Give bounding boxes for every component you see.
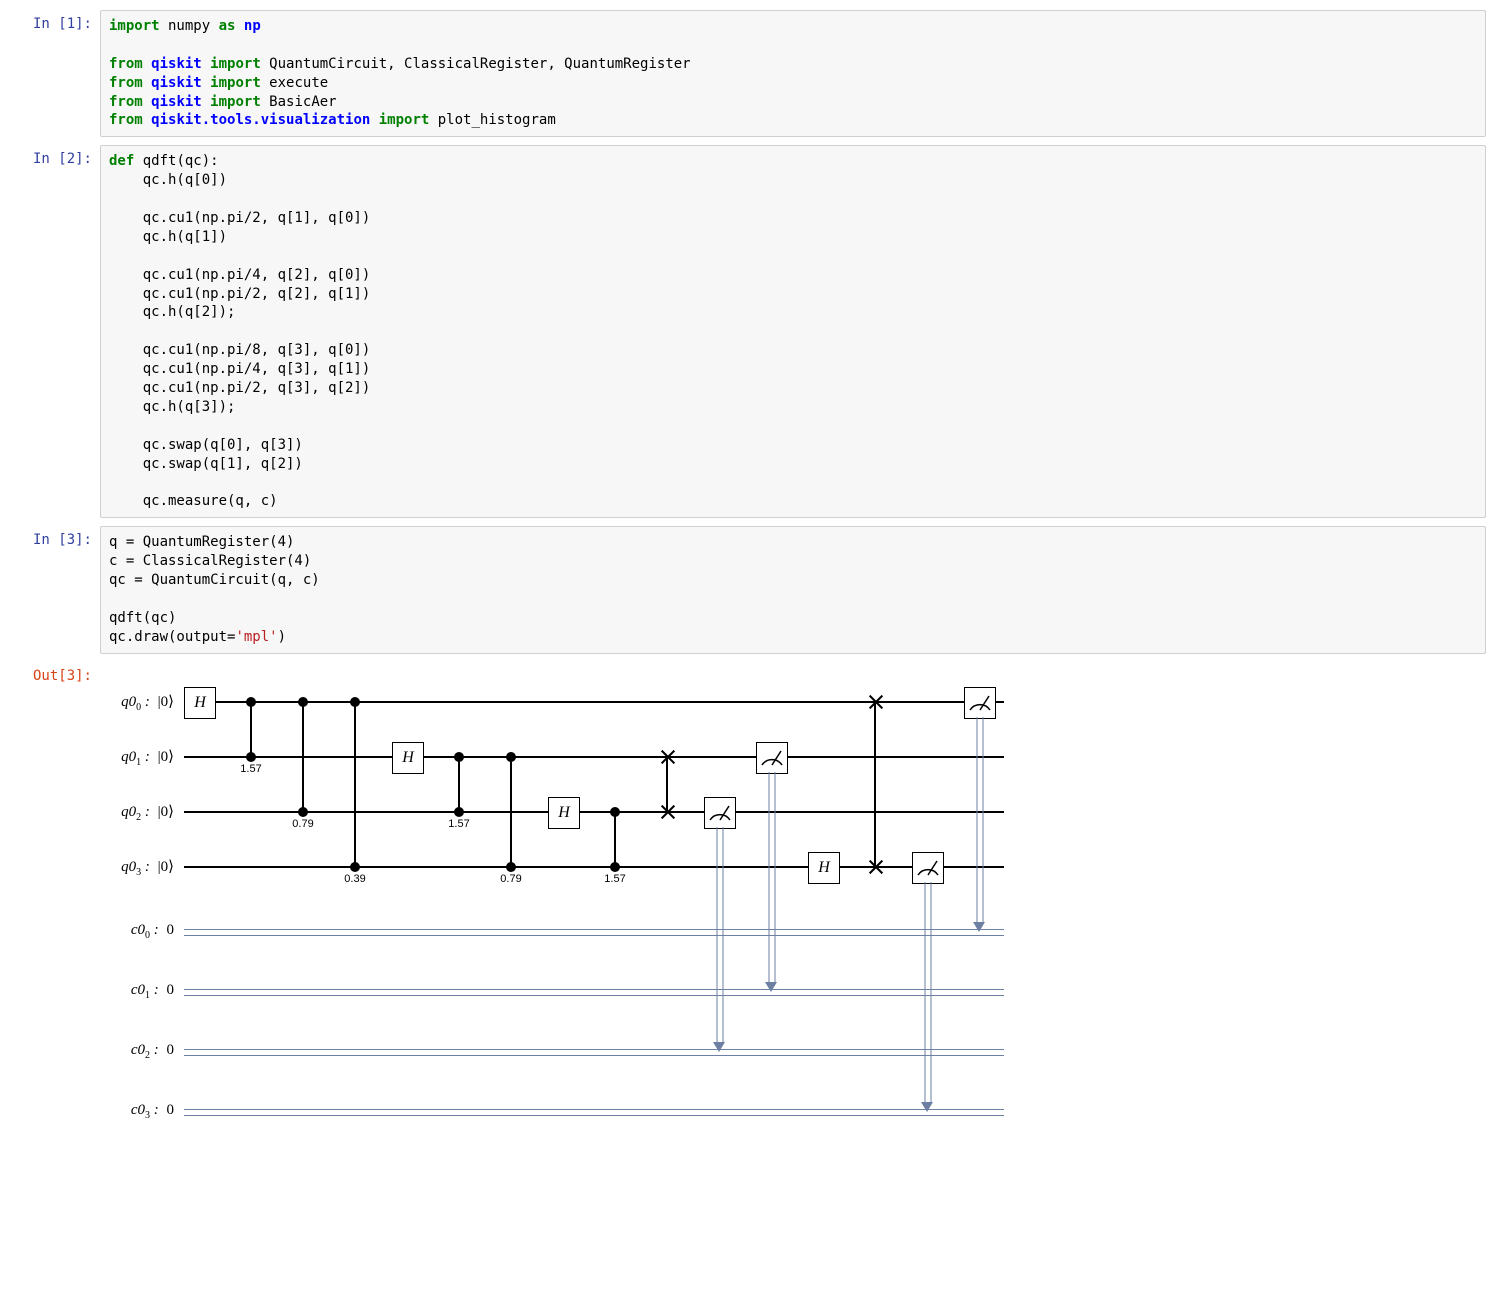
code-cell-2: In [2]: def qdft(qc): qc.h(q[0]) qc.cu1(…: [10, 145, 1486, 518]
qubit-wire: [184, 756, 1004, 758]
control-line: [302, 702, 304, 812]
swap-line: [874, 702, 876, 867]
qubit-label: q03 : |0⟩: [104, 857, 174, 878]
in-prompt-3: In [3]:: [10, 526, 100, 548]
measure-line: [977, 717, 984, 924]
output-cell-3: Out[3]: q00 : |0⟩ q01 : |0⟩ q02 : |0⟩ q03 :…: [10, 662, 1486, 1172]
measure-gate: [756, 742, 788, 774]
h-gate: H: [392, 742, 424, 774]
in-prompt-2: In [2]:: [10, 145, 100, 167]
h-gate: H: [808, 852, 840, 884]
arrow-down-icon: [921, 1102, 933, 1112]
control-dot: [506, 752, 516, 762]
clbit-label: c03 : 0: [104, 1102, 174, 1121]
gate-param-label: 0.39: [344, 873, 365, 885]
clbit-label: c00 : 0: [104, 922, 174, 941]
code-cell-3: In [3]: q = QuantumRegister(4) c = Class…: [10, 526, 1486, 653]
arrow-down-icon: [765, 982, 777, 992]
control-line: [354, 702, 356, 867]
gate-param-label: 1.57: [240, 763, 261, 775]
control-dot: [454, 752, 464, 762]
output-area-3: q00 : |0⟩ q01 : |0⟩ q02 : |0⟩ q03 : |0⟩ c00 …: [100, 662, 1486, 1172]
control-dot: [454, 807, 464, 817]
out-prompt-3: Out[3]:: [10, 662, 100, 684]
control-dot: [246, 697, 256, 707]
code-cell-1: In [1]: import numpy as np from qiskit i…: [10, 10, 1486, 137]
control-dot: [298, 807, 308, 817]
control-dot: [350, 697, 360, 707]
clbit-wire: [184, 929, 1004, 936]
control-dot: [298, 697, 308, 707]
swap-x-icon: [660, 750, 674, 764]
control-dot: [610, 807, 620, 817]
h-gate: H: [184, 687, 216, 719]
gate-param-label: 0.79: [500, 873, 521, 885]
measure-gate: [964, 687, 996, 719]
measure-line: [717, 827, 724, 1044]
code-input-3[interactable]: q = QuantumRegister(4) c = ClassicalRegi…: [100, 526, 1486, 653]
clbit-wire: [184, 1049, 1004, 1056]
measure-gate: [912, 852, 944, 884]
in-prompt-1: In [1]:: [10, 10, 100, 32]
measure-line: [925, 882, 932, 1104]
arrow-down-icon: [973, 922, 985, 932]
code-block-1: import numpy as np from qiskit import Qu…: [109, 17, 1477, 130]
qubit-label: q00 : |0⟩: [104, 692, 174, 713]
clbit-label: c02 : 0: [104, 1042, 174, 1061]
clbit-wire: [184, 1109, 1004, 1116]
control-line: [250, 702, 252, 757]
clbit-wire: [184, 989, 1004, 996]
quantum-circuit-diagram: q00 : |0⟩ q01 : |0⟩ q02 : |0⟩ q03 : |0⟩ c00 …: [104, 672, 1004, 1172]
gate-param-label: 1.57: [448, 818, 469, 830]
h-gate: H: [548, 797, 580, 829]
measure-gate: [704, 797, 736, 829]
code-input-1[interactable]: import numpy as np from qiskit import Qu…: [100, 10, 1486, 137]
control-line: [458, 757, 460, 812]
control-dot: [350, 862, 360, 872]
qubit-label: q02 : |0⟩: [104, 802, 174, 823]
arrow-down-icon: [713, 1042, 725, 1052]
qubit-label: q01 : |0⟩: [104, 747, 174, 768]
control-dot: [610, 862, 620, 872]
swap-x-icon: [868, 695, 882, 709]
code-input-2[interactable]: def qdft(qc): qc.h(q[0]) qc.cu1(np.pi/2,…: [100, 145, 1486, 518]
swap-x-icon: [868, 860, 882, 874]
code-block-2: def qdft(qc): qc.h(q[0]) qc.cu1(np.pi/2,…: [109, 152, 1477, 511]
control-line: [510, 757, 512, 867]
swap-line: [666, 757, 668, 812]
control-dot: [246, 752, 256, 762]
gate-param-label: 0.79: [292, 818, 313, 830]
swap-x-icon: [660, 805, 674, 819]
measure-line: [769, 772, 776, 984]
code-block-3: q = QuantumRegister(4) c = ClassicalRegi…: [109, 533, 1477, 646]
control-line: [614, 812, 616, 867]
control-dot: [506, 862, 516, 872]
clbit-label: c01 : 0: [104, 982, 174, 1001]
gate-param-label: 1.57: [604, 873, 625, 885]
